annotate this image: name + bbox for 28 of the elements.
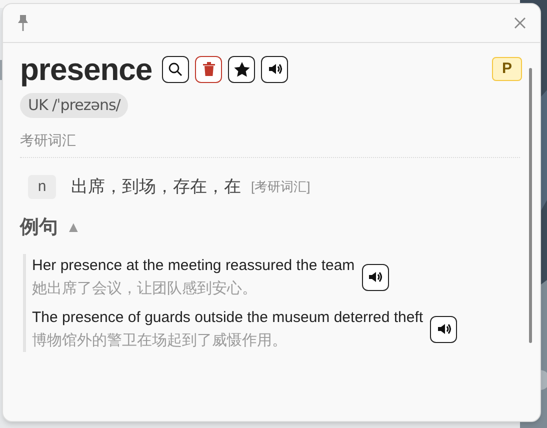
level-badge: P (492, 57, 522, 81)
delete-button[interactable] (195, 56, 222, 82)
speaker-icon (368, 271, 382, 283)
search-button[interactable] (162, 56, 190, 82)
definition-tag: [考研词汇] (251, 177, 310, 196)
example-translation: 博物馆外的警卫在场起到了威慑作用。 (32, 331, 288, 351)
example-sentence: Her presence at the meeting reassured the team (32, 256, 355, 276)
star-button[interactable] (228, 56, 256, 82)
speaker-button[interactable] (261, 56, 288, 82)
trash-icon (202, 62, 215, 76)
speaker-icon (436, 323, 451, 335)
scrollbar[interactable] (529, 68, 532, 343)
tag-text: 考研词汇 (20, 132, 76, 148)
collapse-toggle[interactable]: ▲ (66, 216, 81, 239)
speaker-button[interactable] (362, 264, 389, 290)
part-of-speech-label: n (28, 174, 56, 199)
close-icon[interactable] (514, 17, 526, 29)
star-icon (234, 62, 250, 76)
search-icon (168, 62, 184, 76)
pronunciation-label: UK /ˈprezəns/ (20, 93, 128, 118)
example-translation: 她出席了会议，让团队感到安心。 (32, 279, 258, 299)
definition-text: 出席，到场，存在，在 (71, 176, 241, 198)
pin-icon[interactable] (17, 14, 29, 32)
speaker-button[interactable] (430, 316, 458, 342)
section-heading: 例句 (20, 216, 58, 240)
example-sentence: The presence of guards outside the museum deterred theft (32, 308, 424, 328)
speaker-icon (268, 63, 282, 75)
headword: presence (20, 54, 152, 84)
